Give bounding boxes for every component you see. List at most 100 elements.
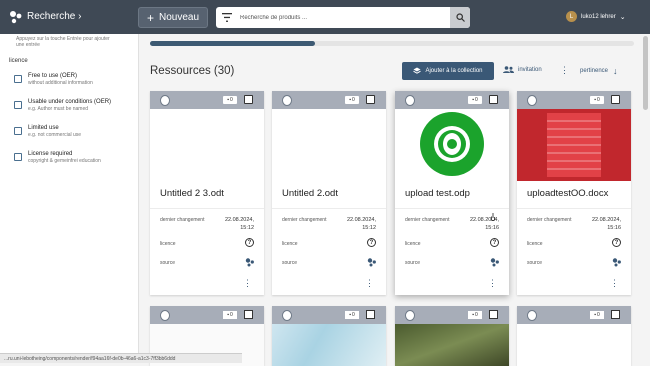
source-icon[interactable] — [490, 257, 500, 267]
card-more-icon[interactable]: ⋮ — [610, 279, 619, 288]
resource-card[interactable]: ▪ 0 Untitled 2 3.odt dernier changement 2… — [150, 91, 264, 295]
select-checkbox[interactable] — [489, 95, 498, 104]
usage-badge: ▪ 0 — [223, 96, 237, 104]
licence-subtitle: e.g. not commercial use — [28, 132, 82, 138]
card-title[interactable]: uploadtestOO.docx — [527, 188, 608, 199]
card-header: ▪ 0 — [150, 306, 264, 324]
word-icon — [527, 95, 537, 106]
select-checkbox[interactable] — [366, 310, 375, 319]
card-thumbnail[interactable] — [150, 109, 264, 181]
select-checkbox[interactable] — [611, 95, 620, 104]
search-input[interactable] — [240, 10, 440, 25]
card-thumbnail[interactable] — [272, 109, 386, 181]
more-options-icon[interactable]: ⋮ — [560, 66, 569, 75]
badge-count: 0 — [597, 97, 600, 103]
help-icon[interactable]: ? — [245, 238, 254, 247]
card-title[interactable]: upload test.odp — [405, 188, 470, 199]
layers-icon — [405, 95, 415, 106]
resource-card[interactable]: ▪ 0 uploadtestOO.docx dernier changement … — [517, 91, 631, 295]
license-label: licence — [282, 241, 298, 247]
mouse-cursor-icon — [491, 213, 495, 222]
new-button[interactable]: + Nouveau — [138, 7, 208, 28]
word-document-preview — [517, 109, 631, 181]
card-thumbnail[interactable] — [517, 109, 631, 181]
user-menu[interactable]: L luko12 lehrer ⌄ — [566, 11, 626, 22]
checkbox[interactable] — [14, 75, 22, 83]
card-thumbnail[interactable] — [517, 324, 631, 366]
help-icon[interactable]: ? — [612, 238, 621, 247]
resource-card[interactable]: ▪ 0 — [272, 306, 386, 366]
card-thumbnail[interactable] — [395, 109, 509, 181]
source-label: source — [160, 260, 176, 266]
date-value: 22.08.2024, 15:12 — [347, 216, 376, 232]
checkbox[interactable] — [14, 101, 22, 109]
badge-icon: ▪ — [349, 312, 351, 318]
badge-count: 0 — [352, 97, 355, 103]
user-name: luko12 lehrer — [581, 13, 616, 20]
select-checkbox[interactable] — [244, 95, 253, 104]
usage-badge: ▪ 0 — [223, 311, 237, 319]
licence-option-limited[interactable]: Limited use e.g. not commercial use — [14, 124, 81, 138]
card-title[interactable]: Untitled 2.odt — [282, 188, 338, 199]
document-icon — [282, 310, 292, 321]
card-title[interactable]: Untitled 2 3.odt — [160, 188, 224, 199]
resource-card[interactable]: ▪ 0 — [395, 306, 509, 366]
resource-card[interactable]: ▪ 0 upload test.odp dernier changement 22… — [395, 91, 509, 295]
licence-title: Limited use — [28, 125, 59, 131]
card-header: ▪ 0 — [517, 91, 631, 109]
divider — [517, 208, 631, 209]
licence-option-required[interactable]: License required copyright & gemeinfrei e… — [14, 150, 101, 164]
select-checkbox[interactable] — [489, 310, 498, 319]
select-checkbox[interactable] — [611, 310, 620, 319]
usage-badge: ▪ 0 — [345, 96, 359, 104]
date: 22.08.2024, — [224, 217, 254, 223]
date-label: dernier changement — [527, 217, 572, 223]
invitation-button[interactable]: invitation — [503, 66, 542, 73]
card-thumbnail[interactable] — [272, 324, 386, 366]
date: 22.08.2024, — [591, 217, 621, 223]
sort-label: pertinence — [580, 68, 609, 74]
card-header: ▪ 0 — [272, 91, 386, 109]
source-icon[interactable] — [245, 257, 255, 267]
badge-icon: ▪ — [227, 312, 229, 318]
card-header: ▪ 0 — [150, 91, 264, 109]
progress-fill — [150, 41, 315, 46]
card-more-icon[interactable]: ⋮ — [488, 279, 497, 288]
select-checkbox[interactable] — [244, 310, 253, 319]
badge-count: 0 — [352, 312, 355, 318]
brand-menu[interactable]: Recherche › — [27, 11, 81, 22]
sort-button[interactable]: pertinence ↓ — [580, 66, 618, 76]
divider — [272, 208, 386, 209]
licence-title: Free to use (OER) — [28, 73, 78, 79]
help-icon[interactable]: ? — [490, 238, 499, 247]
search-button[interactable] — [450, 7, 470, 28]
license-label: licence — [527, 241, 543, 247]
licence-subtitle: without additional information — [28, 80, 93, 86]
card-thumbnail[interactable] — [395, 324, 509, 366]
checkbox[interactable] — [14, 127, 22, 135]
resource-card[interactable]: ▪ 0 Untitled 2.odt dernier changement 22.… — [272, 91, 386, 295]
checkbox[interactable] — [14, 153, 22, 161]
source-icon[interactable] — [367, 257, 377, 267]
document-icon — [282, 95, 292, 106]
filter-icon[interactable] — [222, 13, 232, 22]
chevron-down-icon: ⌄ — [619, 13, 626, 21]
source-icon[interactable] — [612, 257, 622, 267]
add-to-collection-button[interactable]: Ajouter à la collection — [402, 62, 494, 80]
time: 15:16 — [607, 225, 621, 231]
licence-option-conditions[interactable]: Usable under conditions (OER) e.g. Author… — [14, 98, 111, 112]
resource-card[interactable]: ▪ 0 — [517, 306, 631, 366]
license-label: licence — [405, 241, 421, 247]
licence-option-free[interactable]: Free to use (OER) without additional info… — [14, 72, 93, 86]
scrollbar[interactable] — [643, 36, 648, 110]
select-checkbox[interactable] — [366, 95, 375, 104]
document-icon — [160, 95, 170, 106]
invitation-label: invitation — [518, 66, 542, 73]
licence-heading: licence — [9, 58, 28, 64]
help-icon[interactable]: ? — [367, 238, 376, 247]
badge-count: 0 — [475, 97, 478, 103]
card-more-icon[interactable]: ⋮ — [243, 279, 252, 288]
time: 15:12 — [362, 225, 376, 231]
chevron-right-icon: › — [78, 11, 82, 22]
card-more-icon[interactable]: ⋮ — [365, 279, 374, 288]
